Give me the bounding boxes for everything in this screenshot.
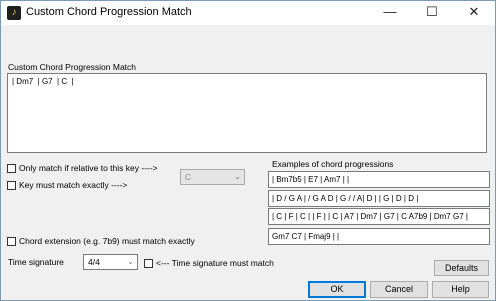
progression-label: Custom Chord Progression Match <box>8 62 137 72</box>
examples-label: Examples of chord progressions <box>272 159 394 169</box>
key-select-value: C <box>185 172 192 182</box>
example-progression-1[interactable]: | Bm7b5 | E7 | Am7 | | <box>268 171 490 188</box>
key-exact-checkbox[interactable] <box>7 181 16 190</box>
example-progression-2[interactable]: | D / G A | / G A D | G / / A| D | | G |… <box>268 190 490 207</box>
close-button[interactable]: ✕ <box>453 1 495 25</box>
relative-key-label: Only match if relative to this key ----> <box>19 163 158 173</box>
maximize-button[interactable]: ☐ <box>411 1 453 25</box>
title-bar: ♪ Custom Chord Progression Match — ☐ ✕ <box>1 1 495 25</box>
window-title: Custom Chord Progression Match <box>26 6 192 18</box>
time-signature-must-checkbox[interactable] <box>144 259 153 268</box>
minimize-button[interactable]: — <box>369 1 411 25</box>
example-progression-3[interactable]: | C | F | C | | F | | C | A7 | Dm7 | G7 … <box>268 208 490 225</box>
dialog-window: ♪ Custom Chord Progression Match — ☐ ✕ C… <box>0 0 496 301</box>
key-exact-label: Key must match exactly ----> <box>19 180 128 190</box>
progression-textarea[interactable]: | Dm7 | G7 | C | <box>7 73 487 153</box>
relative-key-checkbox[interactable] <box>7 164 16 173</box>
ok-button[interactable]: OK <box>308 281 366 298</box>
time-signature-label: Time signature <box>8 257 64 267</box>
chevron-down-icon: ⌄ <box>234 172 241 181</box>
time-signature-must-label: <--- Time signature must match <box>156 258 274 268</box>
cancel-button[interactable]: Cancel <box>370 281 428 298</box>
time-signature-value: 4/4 <box>88 257 100 267</box>
example-progression-4[interactable]: Gm7 C7 | Fmaj9 | | <box>268 228 490 245</box>
app-icon: ♪ <box>7 6 21 20</box>
key-select[interactable]: C ⌄ <box>180 169 245 185</box>
defaults-button[interactable]: Defaults <box>434 260 489 276</box>
extension-label: Chord extension (e.g. 7b9) must match ex… <box>19 236 195 246</box>
extension-checkbox[interactable] <box>7 237 16 246</box>
time-signature-select[interactable]: 4/4 ⌄ <box>83 254 138 270</box>
chevron-down-icon: ⌄ <box>127 257 134 266</box>
help-button[interactable]: Help <box>432 281 489 298</box>
